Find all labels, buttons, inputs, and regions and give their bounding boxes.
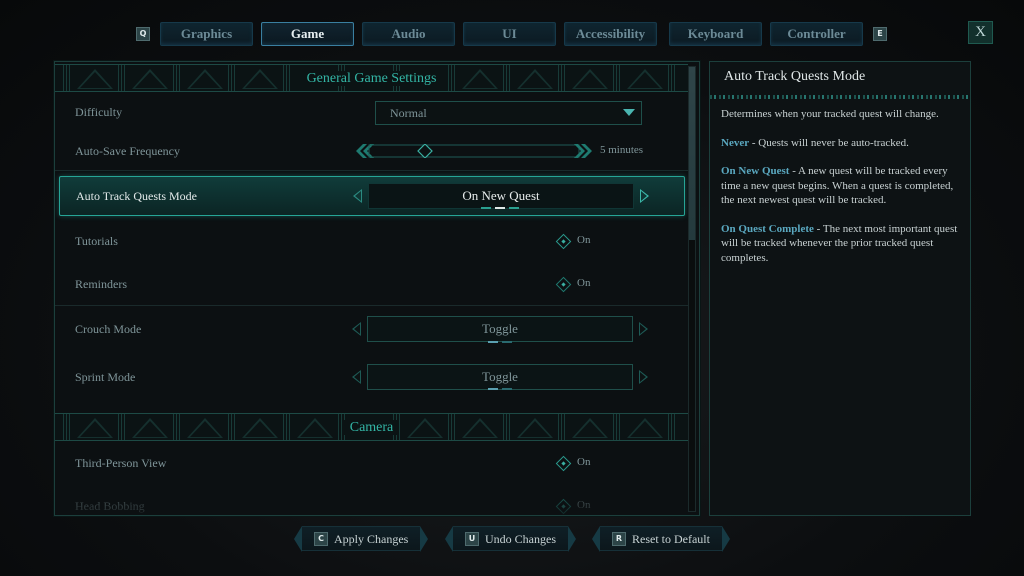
info-option-on-new-quest: On New Quest - A new quest will be track…: [721, 164, 963, 208]
tab-accessibility[interactable]: Accessibility: [564, 22, 657, 46]
tutorials-label: Tutorials: [75, 234, 118, 248]
autosave-slider[interactable]: [355, 144, 593, 158]
arrow-left-icon[interactable]: [352, 370, 361, 384]
option-dot: [488, 341, 498, 343]
third-person-value[interactable]: On: [577, 456, 590, 468]
option-dot: [495, 207, 505, 209]
apply-changes-label: Apply Changes: [334, 532, 409, 546]
option-dot: [481, 207, 491, 209]
arrow-left-icon[interactable]: [353, 189, 362, 203]
reset-to-default-button[interactable]: R Reset to Default: [592, 526, 730, 552]
reset-to-default-label: Reset to Default: [632, 532, 710, 546]
third-person-label: Third-Person View: [75, 456, 167, 470]
tutorials-value[interactable]: On: [577, 234, 590, 246]
autosave-label: Auto-Save Frequency: [75, 144, 180, 158]
info-option-desc: - Quests will never be auto-tracked.: [749, 136, 909, 149]
head-bobbing-label: Head Bobbing: [75, 499, 145, 513]
crouch-value: Toggle: [482, 321, 518, 336]
key-u-icon: U: [465, 532, 479, 546]
chevron-down-icon: [623, 109, 635, 116]
arrow-right-icon[interactable]: [640, 189, 649, 203]
auto-track-value: On New Quest: [462, 188, 540, 203]
scrollbar[interactable]: [688, 66, 696, 512]
sprint-label: Sprint Mode: [75, 370, 136, 384]
scrollbar-thumb[interactable]: [689, 67, 695, 241]
difficulty-dropdown[interactable]: Normal: [375, 101, 642, 125]
info-option-name: Never: [721, 136, 750, 149]
sprint-selector[interactable]: Toggle: [367, 364, 633, 390]
toggle-diamond-icon[interactable]: [555, 498, 572, 515]
undo-changes-button[interactable]: U Undo Changes: [445, 526, 576, 552]
option-dot: [502, 341, 512, 343]
option-dot: [509, 207, 519, 209]
reminders-label: Reminders: [75, 277, 127, 291]
option-dot: [502, 388, 512, 390]
apply-changes-button[interactable]: C Apply Changes: [293, 526, 429, 552]
info-title: Auto Track Quests Mode: [724, 69, 866, 84]
section-header-general: General Game Settings: [55, 64, 688, 92]
next-tab-key-icon[interactable]: E: [873, 27, 887, 41]
tab-controller[interactable]: Controller: [770, 22, 863, 46]
arrow-left-icon[interactable]: [352, 322, 361, 336]
arrow-right-icon[interactable]: [639, 322, 648, 336]
toggle-diamond-icon[interactable]: [555, 276, 572, 293]
auto-track-selector[interactable]: On New Quest: [368, 183, 634, 209]
slider-increase-icon: [574, 144, 592, 158]
reminders-value[interactable]: On: [577, 277, 590, 289]
difficulty-label: Difficulty: [75, 105, 123, 119]
tab-game[interactable]: Game: [261, 22, 354, 46]
info-option-name: On Quest Complete: [721, 222, 814, 235]
autosave-value: 5 minutes: [600, 144, 644, 156]
info-option-never: Never - Quests will never be auto-tracke…: [721, 136, 963, 151]
tab-audio[interactable]: Audio: [362, 22, 455, 46]
key-c-icon: C: [314, 532, 328, 546]
info-divider: [710, 95, 970, 99]
toggle-diamond-icon[interactable]: [555, 233, 572, 250]
key-r-icon: R: [612, 532, 626, 546]
undo-changes-label: Undo Changes: [485, 532, 556, 546]
sprint-value: Toggle: [482, 369, 518, 384]
section-header-camera: Camera: [55, 413, 688, 441]
auto-track-label: Auto Track Quests Mode: [76, 189, 198, 203]
info-intro: Determines when your tracked quest will …: [721, 108, 939, 120]
info-body: Determines when your tracked quest will …: [721, 107, 963, 279]
crouch-selector[interactable]: Toggle: [367, 316, 633, 342]
settings-panel: General Game Settings Difficulty Normal …: [54, 61, 700, 516]
slider-decrease-icon: [356, 144, 374, 158]
difficulty-value: Normal: [390, 106, 427, 120]
info-panel: Auto Track Quests Mode Determines when y…: [709, 61, 971, 516]
tab-keyboard[interactable]: Keyboard: [669, 22, 762, 46]
slider-thumb[interactable]: [417, 144, 433, 158]
arrow-right-icon[interactable]: [639, 370, 648, 384]
toggle-diamond-icon[interactable]: [555, 455, 572, 472]
section-title-general: General Game Settings: [300, 71, 443, 86]
section-title-camera: Camera: [343, 420, 400, 435]
tab-ui[interactable]: UI: [463, 22, 556, 46]
option-dot: [488, 388, 498, 390]
info-option-on-quest-complete: On Quest Complete - The next most import…: [721, 222, 963, 266]
crouch-label: Crouch Mode: [75, 322, 142, 336]
prev-tab-key-icon[interactable]: Q: [136, 27, 150, 41]
close-button[interactable]: X: [968, 21, 993, 44]
info-option-name: On New Quest: [721, 165, 790, 177]
tab-graphics[interactable]: Graphics: [160, 22, 253, 46]
auto-track-row[interactable]: Auto Track Quests Mode On New Quest: [59, 176, 685, 216]
head-bobbing-value[interactable]: On: [577, 499, 590, 511]
